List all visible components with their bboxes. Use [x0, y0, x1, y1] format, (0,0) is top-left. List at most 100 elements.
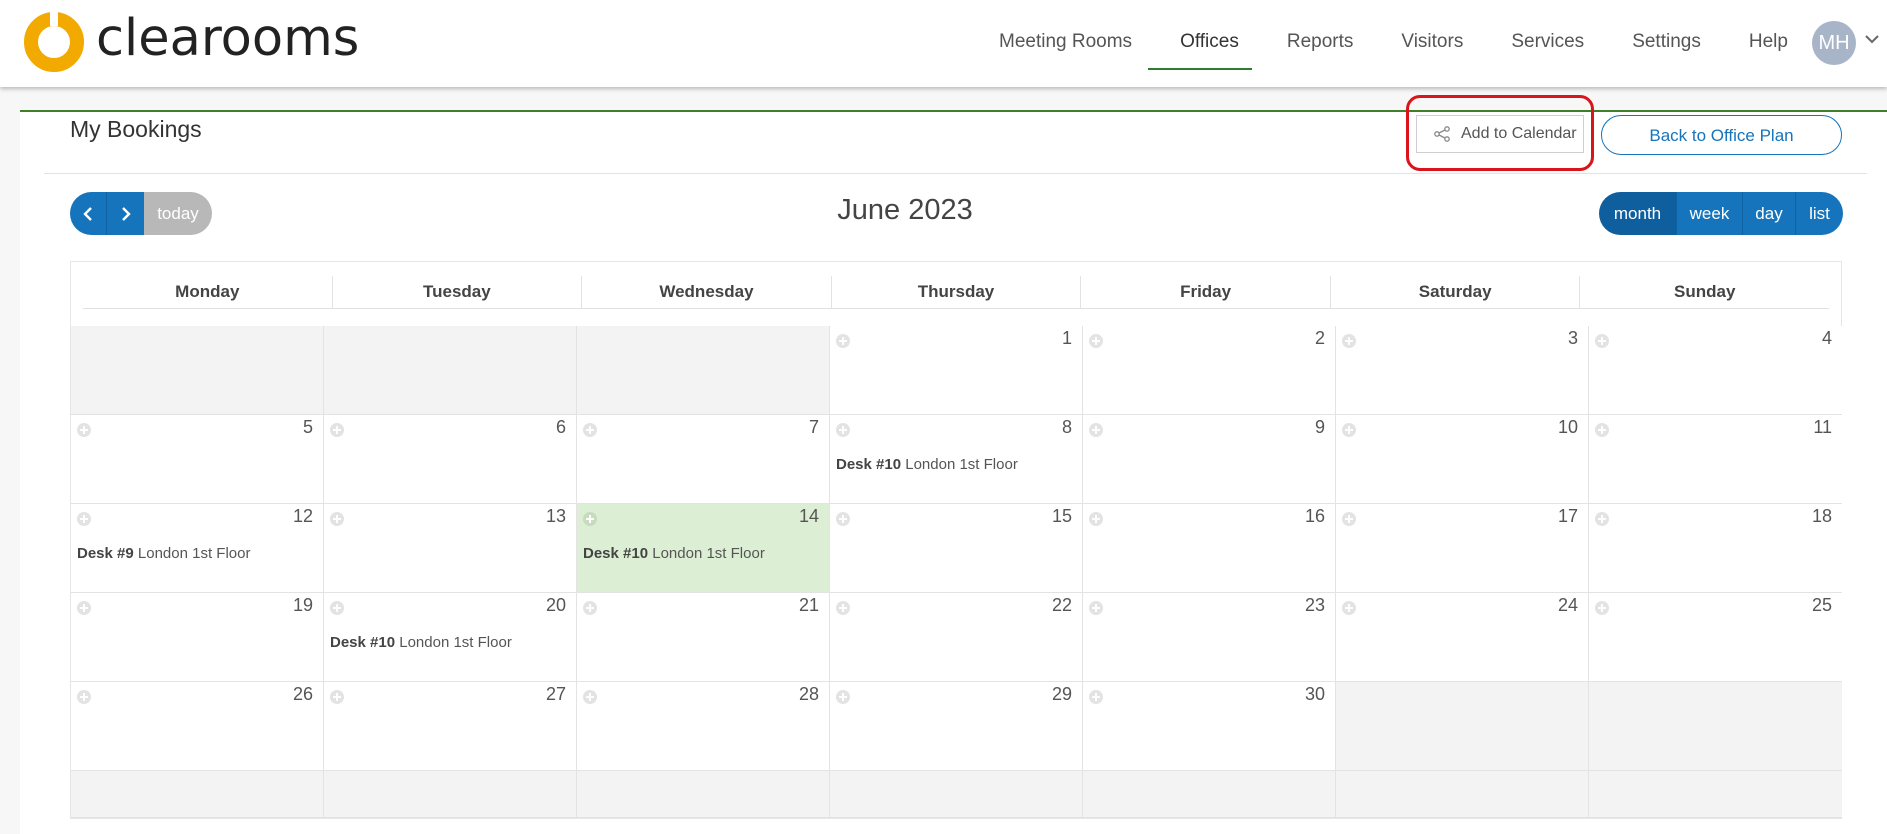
calendar-day-cell[interactable]: 7 — [577, 415, 830, 504]
calendar-day-cell[interactable]: 9 — [1083, 415, 1336, 504]
view-day-button[interactable]: day — [1742, 192, 1795, 235]
calendar-day-cell[interactable]: 4 — [1589, 326, 1842, 415]
add-booking-icon[interactable] — [1595, 334, 1609, 348]
day-number: 21 — [798, 595, 819, 615]
nav-item-help[interactable]: Help — [1725, 0, 1812, 87]
day-number: 25 — [1811, 595, 1832, 615]
nav-item-meeting-rooms[interactable]: Meeting Rooms — [975, 0, 1156, 87]
add-booking-icon[interactable] — [583, 423, 597, 437]
add-booking-icon[interactable] — [330, 690, 344, 704]
add-booking-icon[interactable] — [330, 601, 344, 615]
day-number: 22 — [1051, 595, 1072, 615]
add-booking-icon[interactable] — [583, 601, 597, 615]
add-booking-icon[interactable] — [1595, 512, 1609, 526]
calendar-day-cell[interactable]: 25 — [1589, 593, 1842, 682]
calendar-day-cell[interactable]: 5 — [71, 415, 324, 504]
weekday-header-sunday: Sunday — [1579, 276, 1829, 308]
add-booking-icon[interactable] — [1595, 601, 1609, 615]
add-booking-icon[interactable] — [836, 690, 850, 704]
view-list-button[interactable]: list — [1795, 192, 1843, 235]
clearooms-logo-icon — [24, 12, 84, 72]
add-booking-icon[interactable] — [583, 690, 597, 704]
calendar-day-cell[interactable]: 21 — [577, 593, 830, 682]
back-to-office-plan-button[interactable]: Back to Office Plan — [1601, 115, 1842, 155]
calendar-day-cell[interactable]: 12 Desk #9 London 1st Floor — [71, 504, 324, 593]
add-booking-icon[interactable] — [1089, 690, 1103, 704]
view-switcher: month week day list — [1599, 192, 1843, 235]
add-booking-icon[interactable] — [836, 423, 850, 437]
add-booking-icon[interactable] — [1342, 601, 1356, 615]
calendar-day-cell[interactable]: 1 — [830, 326, 1083, 415]
calendar-week-row: 26 27 28 29 30 — [71, 682, 1843, 771]
booking-event[interactable]: Desk #10 London 1st Floor — [583, 545, 765, 562]
calendar-day-cell[interactable]: 15 — [830, 504, 1083, 593]
add-booking-icon[interactable] — [1089, 334, 1103, 348]
calendar-week-row: 12 Desk #9 London 1st Floor 13 14 Desk #10 L… — [71, 504, 1843, 593]
add-booking-icon[interactable] — [1342, 334, 1356, 348]
calendar-day-cell[interactable]: 28 — [577, 682, 830, 771]
add-booking-icon[interactable] — [1089, 512, 1103, 526]
add-to-calendar-button[interactable]: Add to Calendar — [1416, 115, 1584, 153]
divider — [44, 173, 1867, 174]
add-booking-icon[interactable] — [836, 334, 850, 348]
calendar-day-cell[interactable]: 14 Desk #10 London 1st Floor — [577, 504, 830, 593]
calendar-day-cell[interactable]: 22 — [830, 593, 1083, 682]
booking-event[interactable]: Desk #9 London 1st Floor — [77, 545, 250, 562]
add-booking-icon[interactable] — [330, 423, 344, 437]
add-booking-icon[interactable] — [836, 601, 850, 615]
view-week-button[interactable]: week — [1676, 192, 1742, 235]
add-booking-icon[interactable] — [77, 690, 91, 704]
calendar-day-cell[interactable]: 10 — [1336, 415, 1589, 504]
day-number: 24 — [1557, 595, 1578, 615]
add-booking-icon[interactable] — [77, 601, 91, 615]
add-booking-icon[interactable] — [1089, 423, 1103, 437]
nav-item-visitors[interactable]: Visitors — [1377, 0, 1487, 87]
calendar-day-cell[interactable]: 30 — [1083, 682, 1336, 771]
add-booking-icon[interactable] — [1595, 423, 1609, 437]
add-booking-icon[interactable] — [1342, 423, 1356, 437]
page-title: My Bookings — [70, 116, 202, 142]
calendar-day-cell[interactable]: 23 — [1083, 593, 1336, 682]
weekday-header-saturday: Saturday — [1329, 276, 1580, 308]
calendar-day-cell[interactable]: 26 — [71, 682, 324, 771]
nav-item-settings[interactable]: Settings — [1608, 0, 1725, 87]
calendar-day-cell[interactable]: 13 — [324, 504, 577, 593]
user-avatar[interactable]: MH — [1812, 21, 1856, 65]
calendar-day-empty — [1083, 771, 1336, 818]
calendar-day-cell[interactable]: 20 Desk #10 London 1st Floor — [324, 593, 577, 682]
calendar-day-empty — [1336, 771, 1589, 818]
add-booking-icon[interactable] — [77, 423, 91, 437]
add-booking-icon[interactable] — [330, 512, 344, 526]
add-booking-icon[interactable] — [1089, 601, 1103, 615]
nav-item-offices[interactable]: Offices — [1156, 0, 1263, 87]
chevron-down-icon[interactable] — [1863, 30, 1881, 48]
calendar-day-cell[interactable]: 6 — [324, 415, 577, 504]
nav-item-services[interactable]: Services — [1487, 0, 1608, 87]
next-month-button[interactable] — [106, 192, 144, 235]
add-booking-icon[interactable] — [583, 512, 597, 526]
calendar-day-cell[interactable]: 29 — [830, 682, 1083, 771]
view-month-button[interactable]: month — [1599, 192, 1676, 235]
calendar-day-cell[interactable]: 27 — [324, 682, 577, 771]
calendar-day-cell[interactable]: 8 Desk #10 London 1st Floor — [830, 415, 1083, 504]
calendar-day-cell[interactable]: 19 — [71, 593, 324, 682]
add-booking-icon[interactable] — [77, 512, 91, 526]
day-number: 6 — [555, 417, 566, 437]
today-button[interactable]: today — [144, 192, 212, 235]
calendar-day-cell[interactable]: 18 — [1589, 504, 1842, 593]
calendar-day-cell[interactable]: 11 — [1589, 415, 1842, 504]
calendar-day-cell[interactable]: 3 — [1336, 326, 1589, 415]
calendar-day-cell[interactable]: 24 — [1336, 593, 1589, 682]
calendar-day-cell[interactable]: 17 — [1336, 504, 1589, 593]
nav-item-reports[interactable]: Reports — [1263, 0, 1378, 87]
add-booking-icon[interactable] — [836, 512, 850, 526]
day-number: 26 — [292, 684, 313, 704]
clearooms-logo[interactable]: clearooms — [22, 10, 359, 74]
booking-event[interactable]: Desk #10 London 1st Floor — [836, 456, 1018, 473]
calendar-day-cell[interactable]: 2 — [1083, 326, 1336, 415]
prev-month-button[interactable] — [70, 192, 106, 235]
chevron-left-icon — [83, 206, 92, 221]
calendar-day-cell[interactable]: 16 — [1083, 504, 1336, 593]
add-booking-icon[interactable] — [1342, 512, 1356, 526]
booking-event[interactable]: Desk #10 London 1st Floor — [330, 634, 512, 651]
